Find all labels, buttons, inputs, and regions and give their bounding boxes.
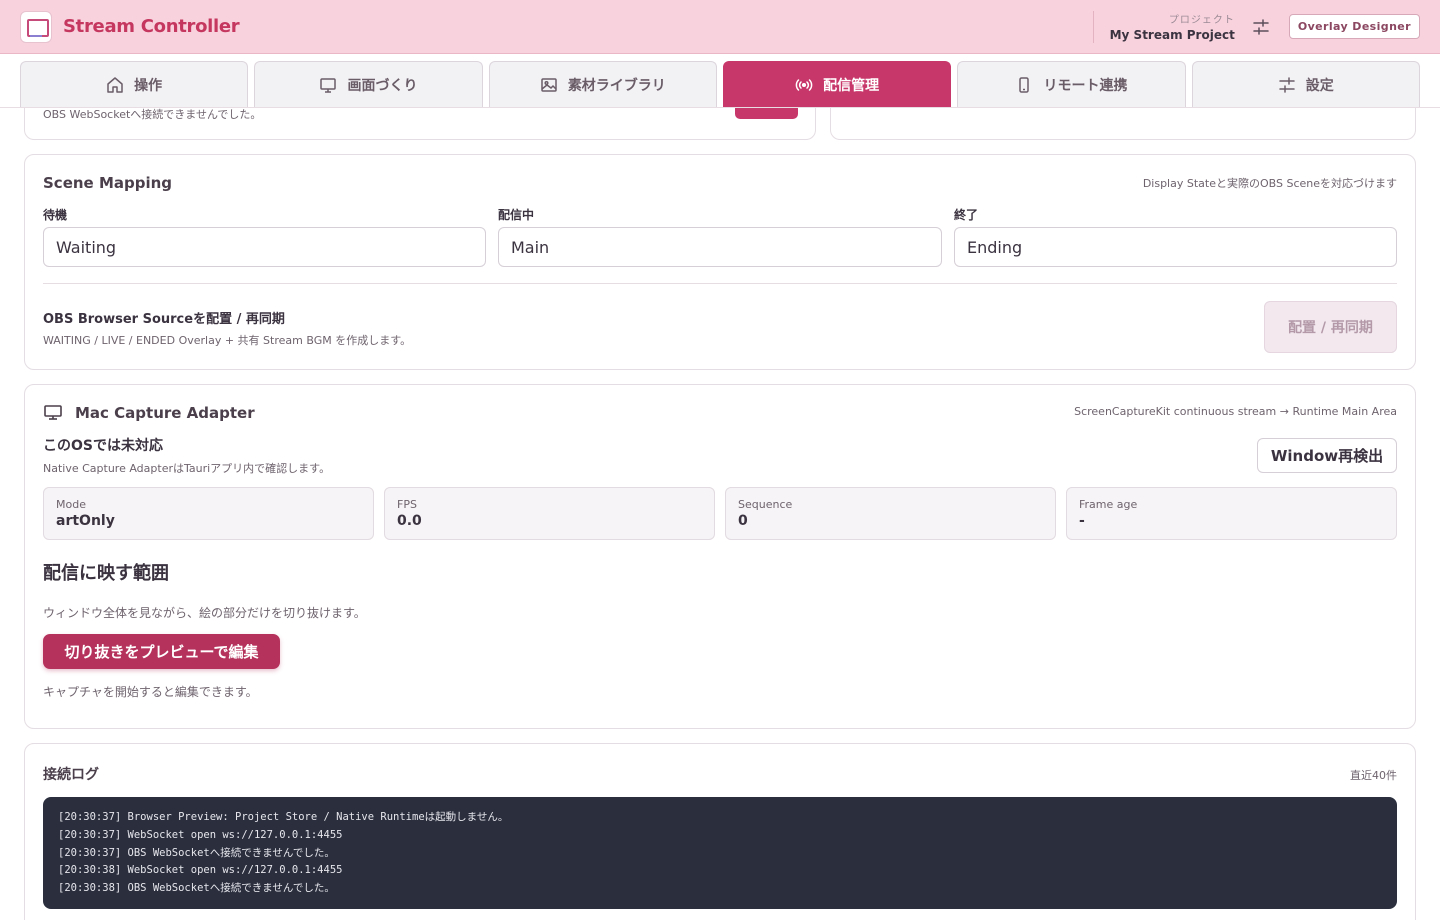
scene-mapping-divider xyxy=(43,283,1397,284)
scene-mapping-note: Display Stateと実際のOBS Sceneを対応づけます xyxy=(1142,177,1397,190)
log-note: 直近40件 xyxy=(1350,769,1397,782)
monitor-icon xyxy=(44,405,62,420)
tab-remote[interactable]: リモート連携 xyxy=(957,61,1186,107)
app-logo xyxy=(20,10,52,43)
tab-label: 配信管理 xyxy=(823,77,880,94)
stat-label: Frame age xyxy=(1079,498,1138,511)
log-line: [20:30:37] Browser Preview: Project Stor… xyxy=(58,811,509,823)
smartphone-icon xyxy=(1019,76,1030,93)
tab-operation[interactable]: 操作 xyxy=(20,61,249,107)
project-kicker: プロジェクト xyxy=(1168,15,1235,26)
stat-label: FPS xyxy=(397,498,417,511)
tab-settings[interactable]: 設定 xyxy=(1191,61,1420,107)
project-settings-button[interactable] xyxy=(1247,13,1275,41)
main-tabs: 操作 画面づくり 素材ライブラリ 配信管理 リモート連携 設定 xyxy=(20,61,1420,107)
tab-screen-design[interactable]: 画面づくり xyxy=(254,61,483,107)
browser-source-desc: WAITING / LIVE / ENDED Overlay + 共有 Stre… xyxy=(43,334,412,347)
log-line: [20:30:38] OBS WebSocketへ接続できませんでした。 xyxy=(58,882,335,895)
overlay-designer-button[interactable]: Overlay Designer xyxy=(1288,14,1420,39)
tab-label: 画面づくり xyxy=(347,77,418,94)
stat-fps: FPS 0.0 xyxy=(384,487,715,540)
scene-mapping-title: Scene Mapping xyxy=(43,174,173,192)
tab-label: リモート連携 xyxy=(1043,77,1128,94)
log-line: [20:30:37] WebSocket open ws://127.0.0.1… xyxy=(58,828,343,841)
waiting-scene-label: 待機 xyxy=(43,208,68,222)
connection-log-card: 接続ログ 直近40件 [20:30:37] Browser Preview: P… xyxy=(24,743,1416,920)
project-name: My Stream Project xyxy=(1109,28,1235,42)
tabs-divider xyxy=(0,107,1440,108)
stat-label: Sequence xyxy=(738,498,793,511)
crop-edit-button[interactable]: 切り抜きをプレビューで編集 xyxy=(43,634,280,669)
image-icon xyxy=(541,77,557,92)
tab-stream-management[interactable]: 配信管理 xyxy=(722,61,952,107)
range-heading: 配信に映す範囲 xyxy=(43,563,169,584)
monitor-icon xyxy=(320,77,337,93)
stat-value: - xyxy=(1079,513,1085,529)
stat-value: 0.0 xyxy=(397,513,422,529)
window-redetect-button[interactable]: Window再検出 xyxy=(1257,438,1397,473)
broadcast-icon xyxy=(795,78,813,91)
stat-sequence: Sequence 0 xyxy=(725,487,1056,540)
stat-mode: Mode artOnly xyxy=(43,487,374,540)
sync-sources-button[interactable]: 配置 / 再同期 xyxy=(1264,301,1397,353)
tab-label: 操作 xyxy=(134,77,163,94)
unsupported-title: このOSでは未対応 xyxy=(43,438,163,454)
sliders-icon xyxy=(1253,18,1269,35)
log-console: [20:30:37] Browser Preview: Project Stor… xyxy=(43,797,1397,909)
log-line: [20:30:38] WebSocket open ws://127.0.0.1… xyxy=(58,864,343,877)
range-desc: ウィンドウ全体を見ながら、絵の部分だけを切り抜けます。 xyxy=(43,606,366,620)
tab-label: 設定 xyxy=(1305,77,1334,94)
ending-scene-input[interactable]: Ending xyxy=(954,227,1397,267)
stat-label: Mode xyxy=(56,498,86,511)
header-right: プロジェクト My Stream Project Overlay Designe… xyxy=(1092,0,1420,54)
ending-scene-label: 終了 xyxy=(954,208,979,222)
stat-frame-age: Frame age - xyxy=(1066,487,1397,540)
unsupported-desc: Native Capture AdapterはTauriアプリ内で確認します。 xyxy=(43,462,331,475)
capture-title: Mac Capture Adapter xyxy=(75,404,255,422)
log-line: [20:30:37] OBS WebSocketへ接続できませんでした。 xyxy=(58,846,335,859)
home-icon xyxy=(107,76,123,93)
header-divider xyxy=(1092,10,1094,43)
app-header: Stream Controller プロジェクト My Stream Proje… xyxy=(0,0,1440,54)
live-scene-label: 配信中 xyxy=(498,208,535,222)
tab-asset-library[interactable]: 素材ライブラリ xyxy=(488,61,717,107)
sliders-icon xyxy=(1279,76,1295,93)
waiting-scene-input[interactable]: Waiting xyxy=(43,227,486,267)
obs-status-text: OBS WebSocketへ接続できませんでした。 xyxy=(43,108,262,121)
crop-hint: キャプチャを開始すると編集できます。 xyxy=(43,685,258,699)
browser-source-title: OBS Browser Sourceを配置 / 再同期 xyxy=(43,312,285,327)
stat-value: artOnly xyxy=(56,513,115,529)
project-selector[interactable]: プロジェクト My Stream Project xyxy=(1110,11,1235,42)
capture-adapter-card: Mac Capture Adapter ScreenCaptureKit con… xyxy=(24,384,1416,729)
log-title: 接続ログ xyxy=(43,767,99,783)
tab-label: 素材ライブラリ xyxy=(567,77,666,94)
live-scene-input[interactable]: Main xyxy=(498,227,942,267)
app-title: Stream Controller xyxy=(63,16,240,37)
scene-mapping-card: Scene Mapping Display Stateと実際のOBS Scene… xyxy=(24,154,1416,370)
stat-value: 0 xyxy=(738,513,748,529)
capture-note: ScreenCaptureKit continuous stream → Run… xyxy=(1074,405,1397,418)
